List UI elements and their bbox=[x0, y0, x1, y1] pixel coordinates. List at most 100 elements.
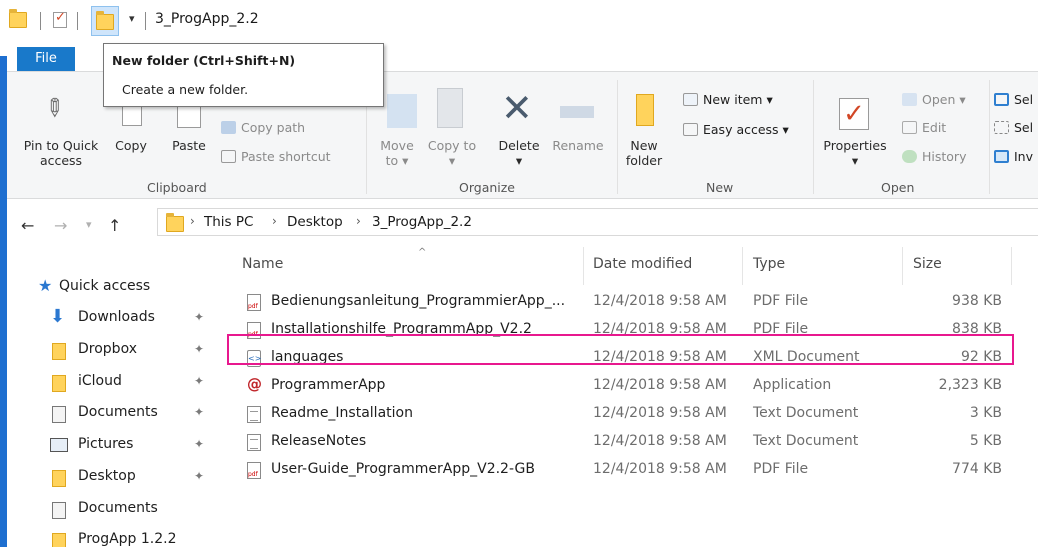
new-item-icon bbox=[683, 93, 698, 106]
nav-item-downloads[interactable]: ⬇ Downloads ✦ bbox=[7, 303, 222, 333]
column-header-type[interactable]: Type bbox=[753, 256, 785, 272]
group-label-new: New bbox=[706, 180, 734, 195]
breadcrumb-chevron-icon[interactable]: › bbox=[356, 214, 361, 228]
address-bar-row: ← → ▾ ↑ › This PC › Desktop › 3_ProgApp_… bbox=[7, 199, 1038, 247]
column-header-size[interactable]: Size bbox=[913, 256, 942, 272]
group-label-organize: Organize bbox=[459, 180, 515, 195]
delete-button[interactable]: Delete ▾ bbox=[493, 138, 545, 168]
copy-button[interactable]: Copy bbox=[109, 138, 153, 153]
rename-button[interactable]: Rename bbox=[549, 138, 607, 153]
copy-to-icon bbox=[437, 88, 463, 128]
pin-to-quick-access-button[interactable]: Pin to Quick access bbox=[15, 138, 107, 168]
tab-file[interactable]: File bbox=[17, 47, 75, 71]
properties-icon[interactable] bbox=[53, 10, 67, 28]
table-row[interactable]: Bedienungsanleitung_ProgrammierApp_... 1… bbox=[222, 289, 1038, 317]
forward-arrow-icon[interactable]: → bbox=[54, 216, 67, 235]
breadcrumb-current-folder[interactable]: 3_ProgApp_2.2 bbox=[372, 214, 472, 230]
highlight-box bbox=[227, 334, 1014, 365]
history-icon bbox=[902, 150, 917, 163]
paste-button[interactable]: Paste bbox=[167, 138, 211, 153]
pin-icon[interactable]: ✦ bbox=[194, 437, 204, 451]
tooltip-description: Create a new folder. bbox=[122, 82, 249, 97]
file-list: ^ Name Date modified Type Size Bedienung… bbox=[222, 247, 1038, 547]
breadcrumb[interactable]: › This PC › Desktop › 3_ProgApp_2.2 bbox=[157, 208, 1038, 236]
window-left-edge bbox=[0, 0, 7, 547]
properties-large-icon: ✓ bbox=[839, 98, 869, 130]
text-file-icon bbox=[247, 406, 261, 423]
new-folder-large-icon bbox=[636, 94, 654, 126]
window-title: 3_ProgApp_2.2 bbox=[155, 11, 259, 27]
recent-locations-chevron-icon[interactable]: ▾ bbox=[86, 218, 92, 231]
open-button[interactable]: Open ▾ bbox=[902, 92, 966, 107]
pin-icon[interactable]: ✦ bbox=[194, 469, 204, 483]
nav-item-documents[interactable]: Documents ✦ bbox=[7, 398, 222, 428]
move-to-button[interactable]: Move to ▾ bbox=[372, 138, 422, 168]
invert-selection-icon bbox=[994, 150, 1009, 163]
history-button[interactable]: History bbox=[902, 149, 966, 164]
pdf-file-icon bbox=[247, 294, 261, 311]
properties-button[interactable]: Properties ▾ bbox=[817, 138, 893, 168]
nav-item-documents-2[interactable]: Documents bbox=[7, 494, 222, 524]
group-label-clipboard: Clipboard bbox=[147, 180, 207, 195]
nav-item-quick-access[interactable]: ★ Quick access bbox=[7, 272, 222, 302]
select-none-button[interactable]: Sel bbox=[994, 120, 1033, 135]
pin-icon[interactable]: ✦ bbox=[194, 405, 204, 419]
documents-icon bbox=[52, 406, 66, 423]
up-arrow-icon[interactable]: ↑ bbox=[108, 216, 121, 235]
invert-selection-button[interactable]: Inv bbox=[994, 149, 1033, 164]
rename-icon bbox=[560, 106, 594, 118]
group-label-open: Open bbox=[881, 180, 915, 195]
documents-icon bbox=[52, 502, 66, 519]
breadcrumb-chevron-icon[interactable]: › bbox=[272, 214, 277, 228]
open-icon bbox=[902, 93, 917, 106]
select-all-icon bbox=[994, 93, 1009, 106]
breadcrumb-desktop[interactable]: Desktop bbox=[287, 214, 343, 230]
folder-icon bbox=[52, 533, 66, 547]
pin-icon[interactable]: ✦ bbox=[194, 342, 204, 356]
navigation-pane: ★ Quick access ⬇ Downloads ✦ Dropbox ✦ i… bbox=[7, 247, 222, 547]
copy-path-button[interactable]: Copy path bbox=[221, 120, 305, 135]
application-icon bbox=[247, 375, 262, 395]
paste-shortcut-icon bbox=[221, 150, 236, 163]
star-icon: ★ bbox=[38, 276, 53, 295]
delete-icon: ✕ bbox=[501, 86, 533, 130]
tooltip-title: New folder (Ctrl+Shift+N) bbox=[112, 53, 296, 68]
easy-access-icon bbox=[683, 123, 698, 136]
select-none-icon bbox=[994, 121, 1009, 134]
paste-shortcut-button[interactable]: Paste shortcut bbox=[221, 149, 331, 164]
copy-to-button[interactable]: Copy to ▾ bbox=[427, 138, 477, 168]
folder-icon bbox=[52, 375, 66, 392]
edit-button[interactable]: Edit bbox=[902, 120, 946, 135]
new-item-button[interactable]: New item ▾ bbox=[683, 92, 773, 107]
easy-access-button[interactable]: Easy access ▾ bbox=[683, 122, 789, 137]
breadcrumb-this-pc[interactable]: This PC bbox=[204, 214, 253, 230]
pin-icon[interactable]: ✦ bbox=[194, 374, 204, 388]
sort-ascending-icon: ^ bbox=[418, 247, 427, 258]
table-row[interactable]: ProgrammerApp 12/4/2018 9:58 AM Applicat… bbox=[222, 373, 1038, 401]
edit-icon bbox=[902, 121, 917, 134]
folder-icon bbox=[52, 343, 66, 360]
nav-item-progapp[interactable]: ProgApp 1.2.2 bbox=[7, 525, 222, 547]
back-arrow-icon[interactable]: ← bbox=[21, 216, 34, 235]
new-folder-icon bbox=[96, 11, 114, 30]
pictures-icon bbox=[50, 438, 68, 452]
folder-icon bbox=[166, 213, 184, 232]
nav-item-pictures[interactable]: Pictures ✦ bbox=[7, 430, 222, 460]
column-header-name[interactable]: Name bbox=[242, 256, 283, 272]
folder-icon bbox=[52, 470, 66, 487]
table-row[interactable]: ReleaseNotes 12/4/2018 9:58 AM Text Docu… bbox=[222, 429, 1038, 457]
nav-item-dropbox[interactable]: Dropbox ✦ bbox=[7, 335, 222, 365]
pin-icon[interactable]: ✦ bbox=[194, 310, 204, 324]
table-row[interactable]: User-Guide_ProgrammerApp_V2.2-GB 12/4/20… bbox=[222, 457, 1038, 485]
nav-item-desktop[interactable]: Desktop ✦ bbox=[7, 462, 222, 492]
column-header-date-modified[interactable]: Date modified bbox=[593, 256, 692, 272]
breadcrumb-chevron-icon[interactable]: › bbox=[190, 214, 195, 228]
select-all-button[interactable]: Sel bbox=[994, 92, 1033, 107]
table-row[interactable]: Readme_Installation 12/4/2018 9:58 AM Te… bbox=[222, 401, 1038, 429]
nav-item-icloud[interactable]: iCloud ✦ bbox=[7, 367, 222, 397]
new-folder-button[interactable]: New folder bbox=[619, 138, 669, 168]
customize-toolbar-chevron-icon[interactable]: ▾ bbox=[129, 12, 135, 25]
move-to-icon bbox=[387, 94, 417, 128]
download-arrow-icon: ⬇ bbox=[50, 306, 66, 327]
new-folder-quick-button[interactable] bbox=[91, 6, 119, 36]
